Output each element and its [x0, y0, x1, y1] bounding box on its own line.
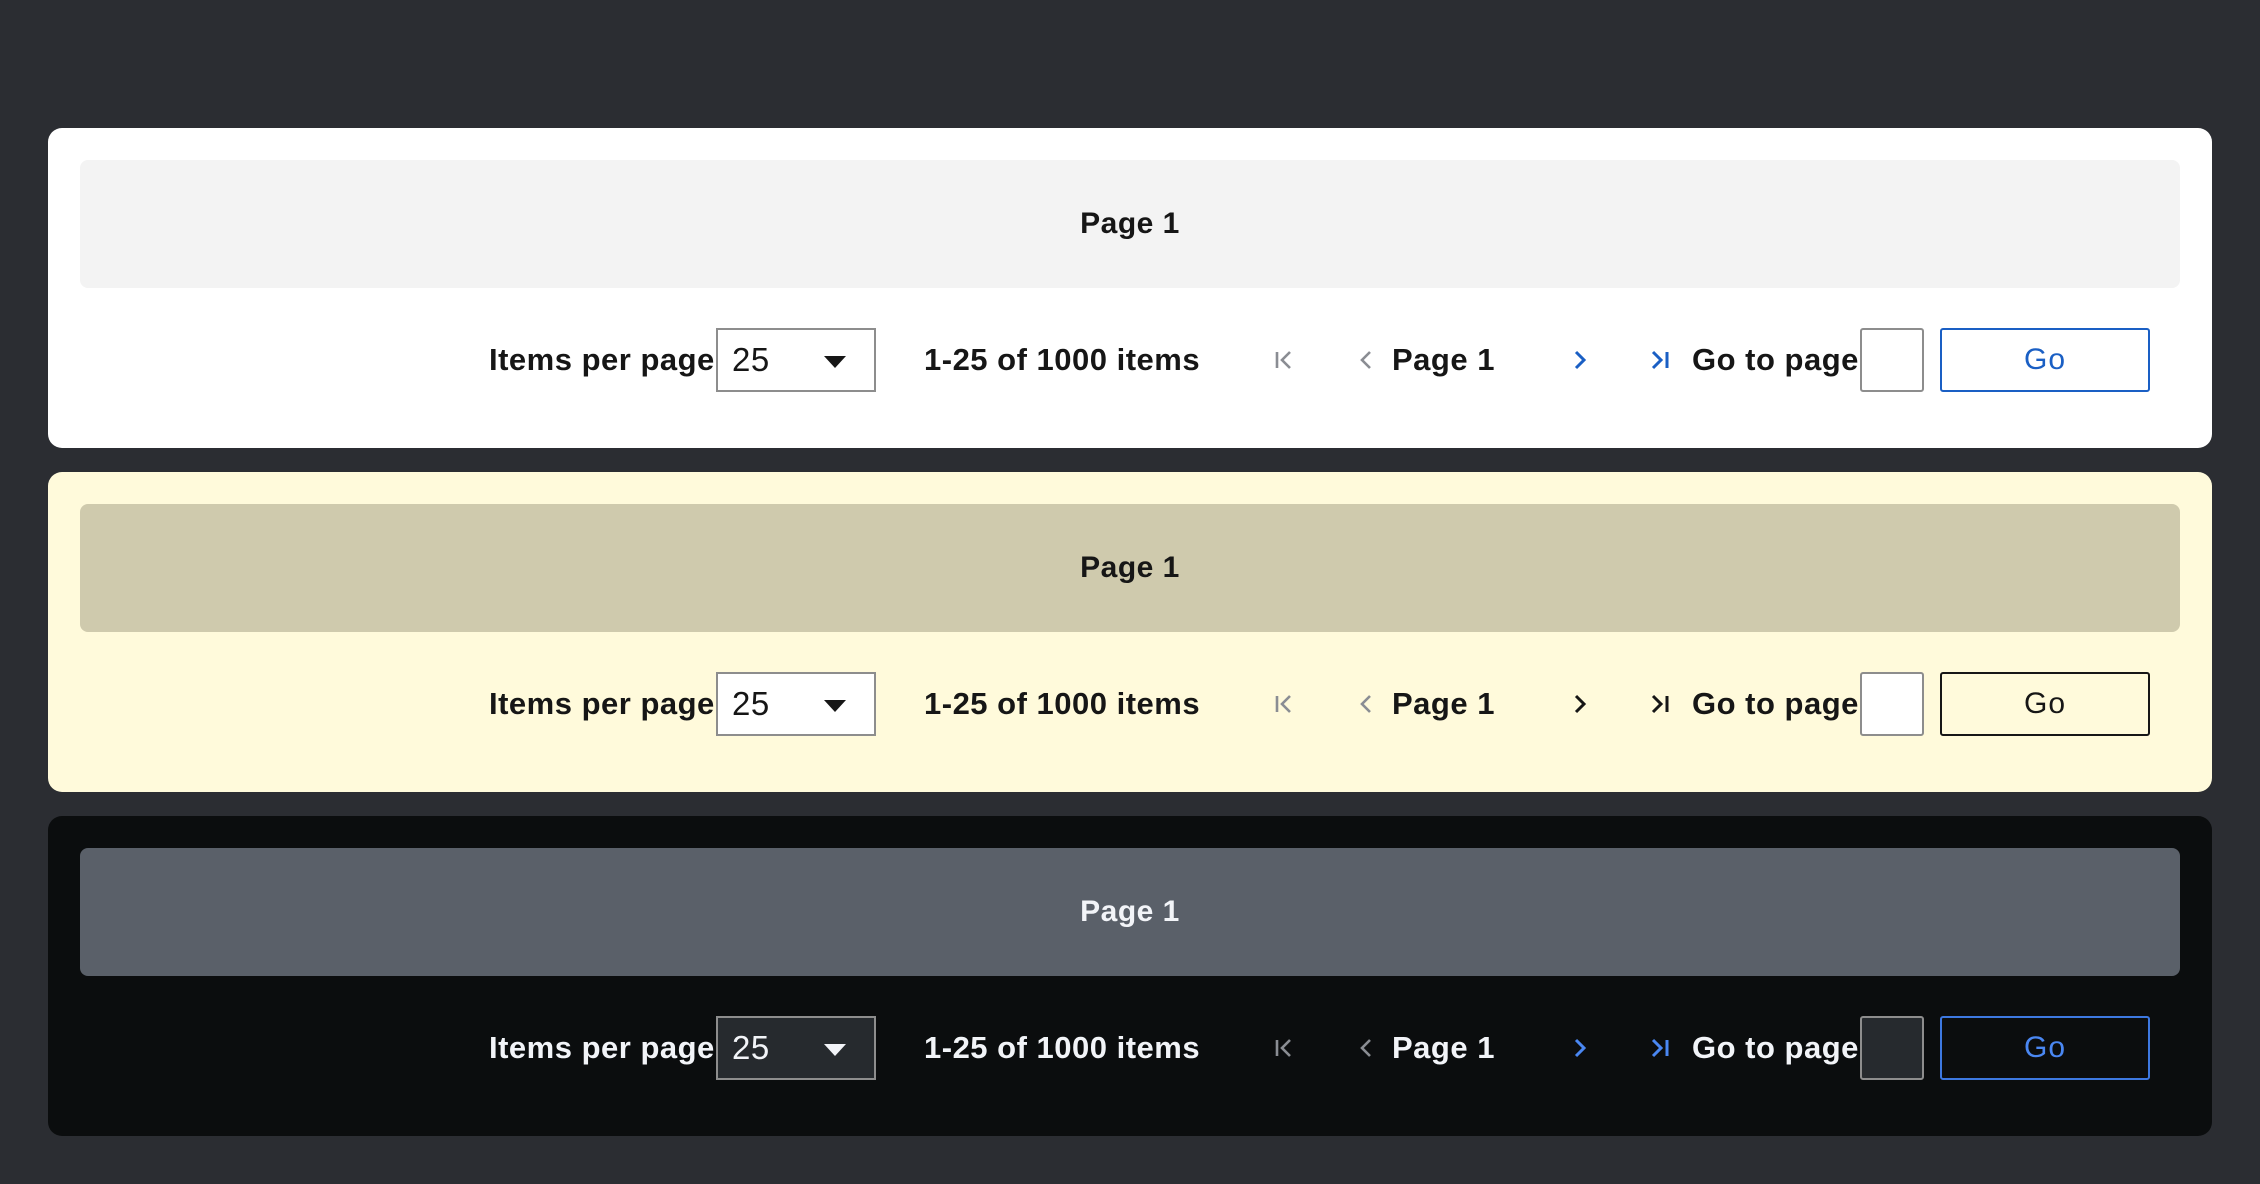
caret-down-icon: [824, 700, 846, 712]
items-per-page-label: Items per page: [489, 686, 715, 721]
items-per-page-value: 25: [732, 685, 770, 722]
items-per-page-select[interactable]: 25: [716, 1016, 876, 1080]
first-page-icon[interactable]: [1262, 672, 1306, 736]
page-banner: Page 1: [80, 504, 2180, 632]
items-per-page-label: Items per page: [489, 342, 715, 377]
chevron-left-icon[interactable]: [1344, 672, 1388, 736]
caret-down-icon: [824, 1044, 846, 1056]
caret-down-icon: [824, 356, 846, 368]
go-to-page-label: Go to page: [1692, 342, 1859, 377]
current-page-label: Page 1: [1392, 342, 1495, 377]
page-banner: Page 1: [80, 848, 2180, 976]
go-button[interactable]: Go: [1940, 328, 2150, 392]
last-page-icon[interactable]: [1638, 328, 1682, 392]
item-range-text: 1-25 of 1000 items: [924, 1030, 1201, 1065]
chevron-right-icon[interactable]: [1558, 328, 1602, 392]
pagination-bar: Items per page 25 1-25 of 1000 items Pag…: [48, 328, 2212, 392]
pagination-bar: Items per page 25 1-25 of 1000 items Pag…: [48, 672, 2212, 736]
go-to-page-input[interactable]: [1860, 1016, 1924, 1080]
first-page-icon[interactable]: [1262, 328, 1306, 392]
go-button[interactable]: Go: [1940, 672, 2150, 736]
chevron-right-icon[interactable]: [1558, 672, 1602, 736]
items-per-page-value: 25: [732, 341, 770, 378]
pagination-panel-white: Page 1 Items per page 25 1-25 of 1000 it…: [48, 128, 2212, 448]
go-to-page-input[interactable]: [1860, 328, 1924, 392]
pagination-bar: Items per page 25 1-25 of 1000 items Pag…: [48, 1016, 2212, 1080]
go-button[interactable]: Go: [1940, 1016, 2150, 1080]
go-to-page-input[interactable]: [1860, 672, 1924, 736]
current-page-label: Page 1: [1392, 686, 1495, 721]
pagination-panel-dark: Page 1 Items per page 25 1-25 of 1000 it…: [48, 816, 2212, 1136]
chevron-right-icon[interactable]: [1558, 1016, 1602, 1080]
last-page-icon[interactable]: [1638, 672, 1682, 736]
items-per-page-label: Items per page: [489, 1030, 715, 1065]
page-banner: Page 1: [80, 160, 2180, 288]
go-to-page-label: Go to page: [1692, 686, 1859, 721]
chevron-left-icon[interactable]: [1344, 1016, 1388, 1080]
first-page-icon[interactable]: [1262, 1016, 1306, 1080]
go-to-page-label: Go to page: [1692, 1030, 1859, 1065]
last-page-icon[interactable]: [1638, 1016, 1682, 1080]
item-range-text: 1-25 of 1000 items: [924, 686, 1201, 721]
item-range-text: 1-25 of 1000 items: [924, 342, 1201, 377]
items-per-page-select[interactable]: 25: [716, 672, 876, 736]
current-page-label: Page 1: [1392, 1030, 1495, 1065]
chevron-left-icon[interactable]: [1344, 328, 1388, 392]
items-per-page-select[interactable]: 25: [716, 328, 876, 392]
items-per-page-value: 25: [732, 1029, 770, 1066]
pagination-panel-yellow: Page 1 Items per page 25 1-25 of 1000 it…: [48, 472, 2212, 792]
